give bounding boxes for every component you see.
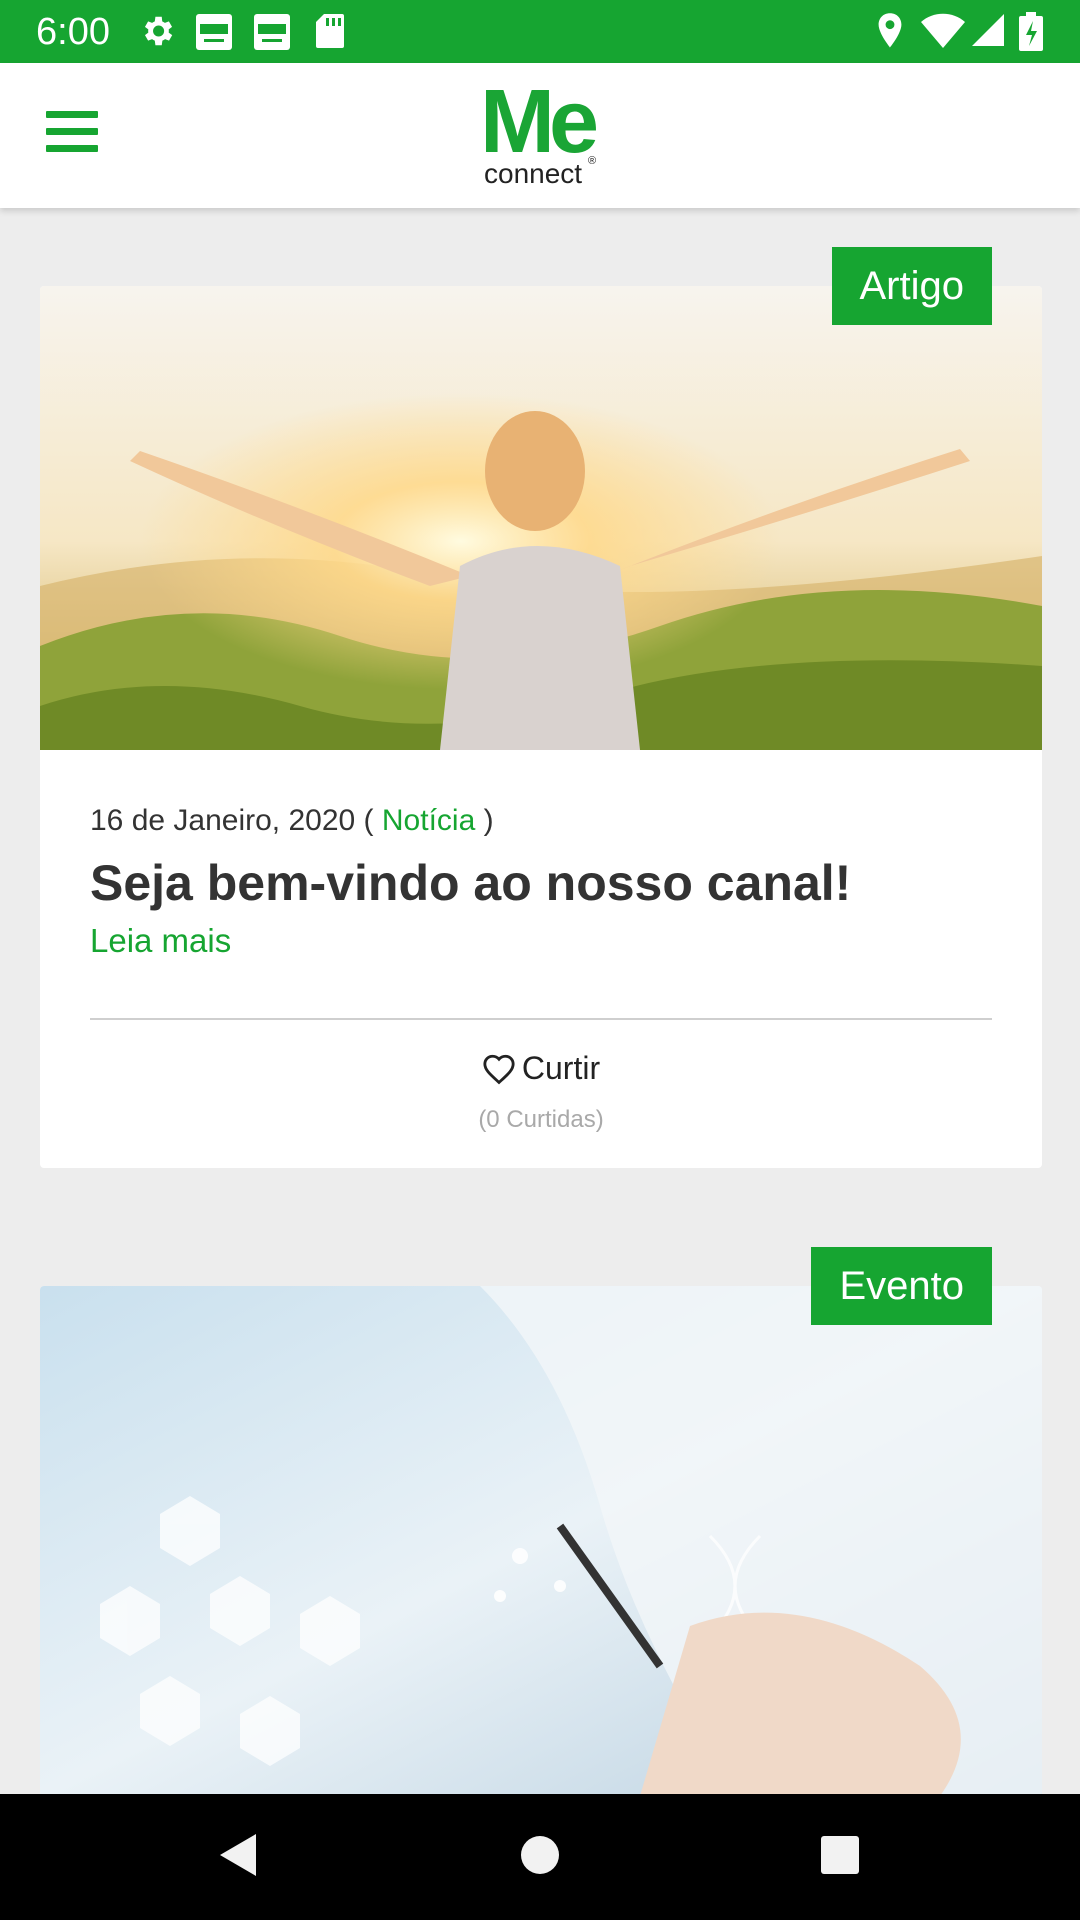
recents-icon[interactable] <box>818 1830 862 1880</box>
post-card[interactable] <box>40 1286 1042 1796</box>
post-date: 16 de Janeiro, 2020 <box>90 804 356 837</box>
hamburger-icon <box>46 111 98 118</box>
menu-button[interactable] <box>46 111 98 155</box>
app-logo: Me connect ® <box>480 77 610 193</box>
logo-main-text: Me <box>480 72 599 172</box>
logo-registered-mark: ® <box>588 155 597 167</box>
lide-notification-icon <box>196 14 232 50</box>
signal-icon <box>972 14 1004 46</box>
post-card[interactable]: 16 de Janeiro, 2020 ( Notícia ) Seja bem… <box>40 286 1042 1168</box>
read-more-link[interactable]: Leia mais <box>90 922 231 960</box>
system-nav-bar <box>0 1794 1080 1920</box>
like-count: (0 Curtidas) <box>478 1106 604 1133</box>
back-icon[interactable] <box>216 1830 260 1880</box>
post-type-tag: Artigo <box>831 247 992 325</box>
post-meta: 16 de Janeiro, 2020 ( Notícia ) <box>90 804 494 838</box>
post-title[interactable]: Seja bem-vindo ao nosso canal! <box>90 854 851 912</box>
meta-paren-close: ) <box>475 804 494 837</box>
wifi-icon <box>921 13 965 48</box>
location-icon <box>878 13 902 48</box>
like-button[interactable]: Curtir <box>40 1050 1042 1087</box>
sd-card-icon <box>316 14 344 48</box>
lide-notification-icon <box>254 14 290 50</box>
like-label: Curtir <box>521 1050 601 1086</box>
status-time: 6:00 <box>36 11 110 53</box>
battery-icon <box>1019 12 1043 51</box>
meta-paren-open: ( <box>355 804 382 837</box>
home-icon[interactable] <box>518 1830 562 1880</box>
post-hero-image[interactable] <box>40 1286 1042 1796</box>
app-header: Me connect ® <box>0 63 1080 208</box>
post-hero-image[interactable] <box>40 286 1042 750</box>
post-type-tag: Evento <box>811 1247 992 1325</box>
hamburger-line <box>46 128 98 135</box>
heart-icon <box>483 1054 515 1085</box>
gear-icon <box>144 16 173 46</box>
logo-sub-text: connect <box>484 158 583 189</box>
status-bar: 6:00 <box>0 0 1080 63</box>
hamburger-line <box>46 145 98 152</box>
post-category-link[interactable]: Notícia <box>382 804 475 837</box>
card-divider <box>90 1018 992 1020</box>
